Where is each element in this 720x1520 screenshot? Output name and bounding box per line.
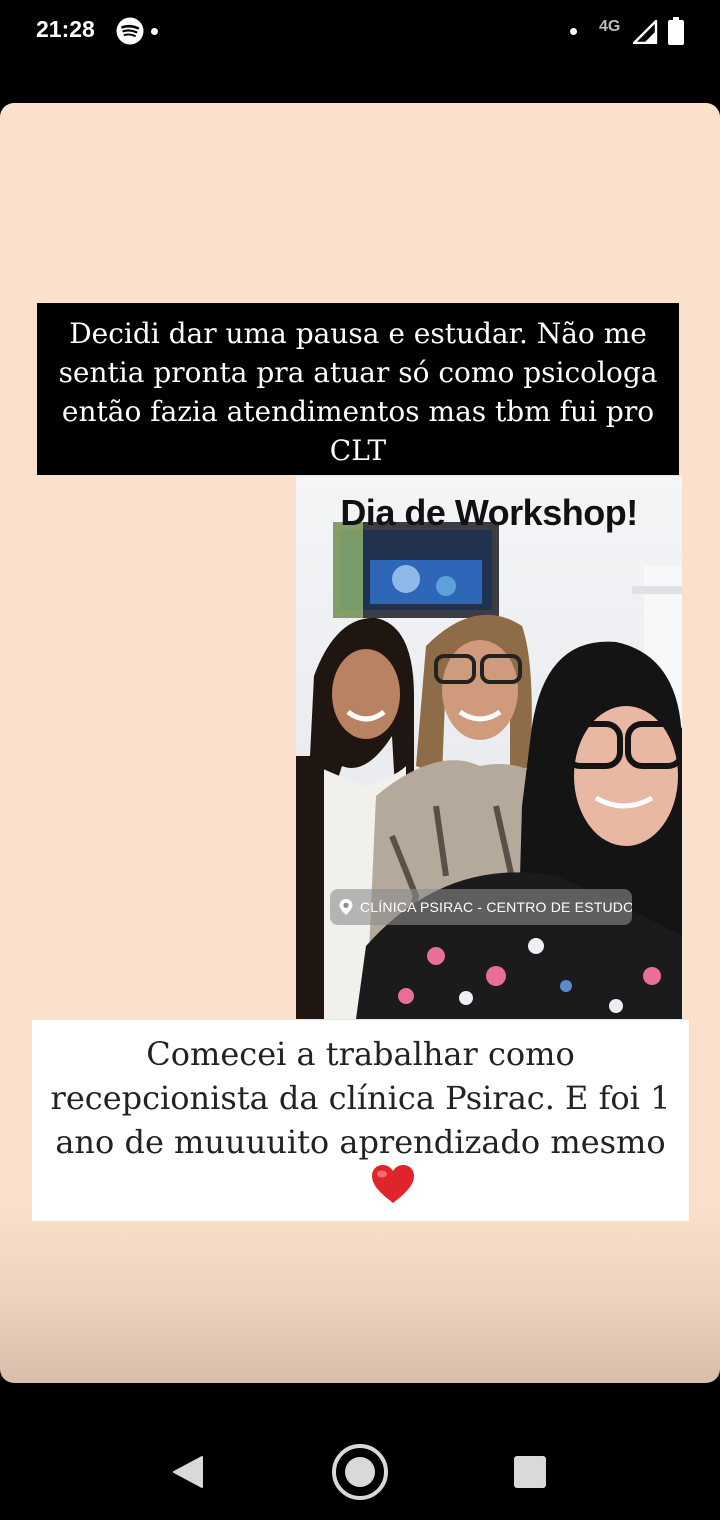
photo-illustration (296, 522, 682, 1019)
home-button[interactable] (331, 1443, 389, 1501)
story-caption-top: Decidi dar uma pausa e estudar. Não me s… (37, 303, 679, 475)
caption-bottom-text: Comecei a trabalhar como recepcionista d… (50, 1035, 671, 1161)
recents-button[interactable] (514, 1456, 546, 1488)
story-photo: Dia de Workshop! CLÍNICA PSIRAC - CENTRO… (296, 476, 682, 1019)
status-time: 21:28 (36, 16, 95, 42)
story-caption-bottom: Comecei a trabalhar como recepcionista d… (32, 1020, 689, 1221)
navigation-bar (0, 1383, 720, 1520)
signal-icon (632, 20, 658, 44)
caption-top-text: Decidi dar uma pausa e estudar. Não me s… (58, 317, 658, 467)
network-type-label: 4G (599, 18, 621, 35)
location-sticker[interactable]: CLÍNICA PSIRAC - CENTRO DE ESTUDOS INTER… (330, 889, 632, 925)
heart-emoji-icon (372, 1165, 414, 1203)
photo-title-sticker: Dia de Workshop! (340, 492, 638, 533)
spotify-icon (116, 17, 144, 45)
story-card[interactable]: Decidi dar uma pausa e estudar. Não me s… (0, 103, 720, 1383)
location-sticker-label: CLÍNICA PSIRAC - CENTRO DE ESTUDOS INTER… (360, 899, 632, 915)
battery-icon (668, 17, 684, 45)
notification-dot (151, 28, 158, 35)
back-button[interactable] (172, 1455, 204, 1489)
notification-dot (570, 28, 577, 35)
location-pin-icon (339, 899, 353, 915)
status-bar: 21:28 4G (0, 0, 720, 64)
